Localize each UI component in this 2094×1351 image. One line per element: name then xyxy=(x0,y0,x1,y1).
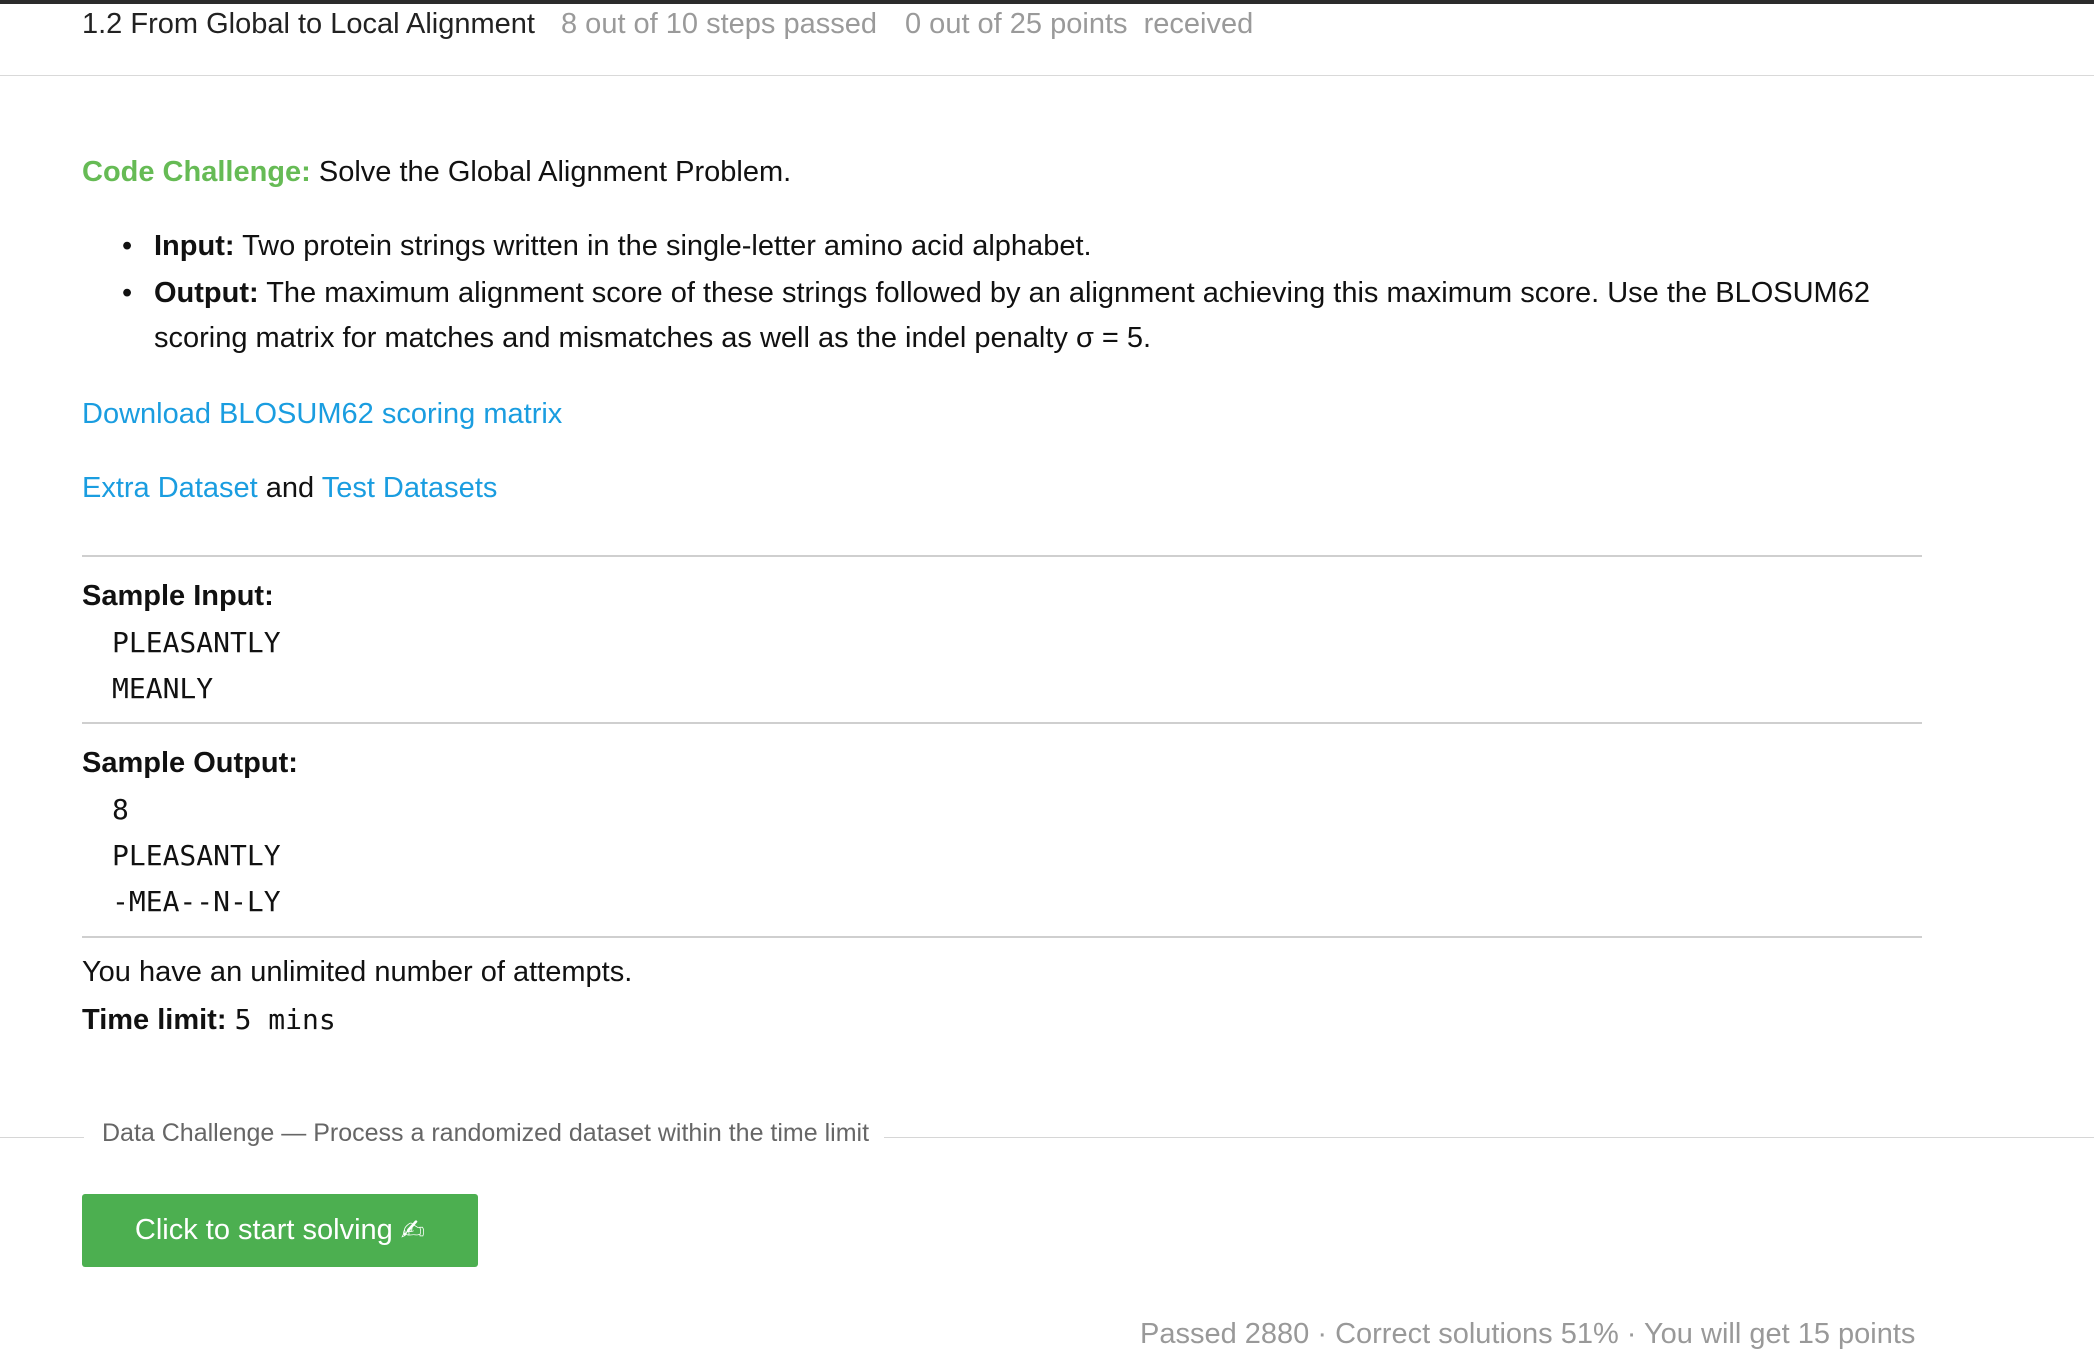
input-label: Input: xyxy=(154,230,235,262)
data-challenge-heading: Data Challenge — Process a randomized da… xyxy=(102,1119,870,1147)
extra-dataset-link[interactable]: Extra Dataset xyxy=(82,472,258,504)
download-blosum62-link[interactable]: Download BLOSUM62 scoring matrix xyxy=(82,398,562,430)
attempts-text: You have an unlimited number of attempts… xyxy=(82,956,633,988)
divider xyxy=(82,555,1922,557)
points-progress: 0 out of 25 points received xyxy=(905,8,1254,40)
time-limit: Time limit: 5 mins xyxy=(82,998,336,1042)
data-challenge-divider-right xyxy=(884,1137,2094,1138)
start-solving-button[interactable]: Click to start solving ✍ xyxy=(82,1194,478,1267)
sample-output-block[interactable]: 8 PLEASANTLY -MEA--N-LY xyxy=(112,787,281,925)
time-limit-label: Time limit: xyxy=(82,1004,227,1036)
divider xyxy=(82,722,1922,724)
sample-output-line: -MEA--N-LY xyxy=(112,885,281,918)
output-description: The maximum alignment score of these str… xyxy=(154,277,1870,354)
download-row: Download BLOSUM62 scoring matrix xyxy=(82,392,562,436)
and-text: and xyxy=(265,472,315,504)
test-datasets-link[interactable]: Test Datasets xyxy=(322,472,498,504)
challenge-label: Code Challenge: xyxy=(82,156,311,188)
writing-hand-icon: ✍ xyxy=(400,1215,426,1247)
lesson-header: 1.2 From Global to Local Alignment 8 out… xyxy=(0,4,2094,76)
sample-output-line: 8 xyxy=(112,793,129,826)
datasets-row: Extra Dataset and Test Datasets xyxy=(82,466,497,510)
start-solving-label: Click to start solving xyxy=(134,1214,393,1246)
data-challenge-divider-left xyxy=(0,1137,84,1138)
bullet-icon: • xyxy=(122,230,133,262)
challenge-statement: Code Challenge: Solve the Global Alignme… xyxy=(82,150,791,194)
input-description: Two protein strings written in the singl… xyxy=(242,230,1092,262)
time-limit-value: 5 mins xyxy=(234,1003,336,1036)
stats-footer: Passed 2880 · Correct solutions 51% · Yo… xyxy=(1140,1318,1916,1350)
sample-input-block[interactable]: PLEASANTLY MEANLY xyxy=(112,620,281,712)
list-item: • Input: Two protein strings written in … xyxy=(122,224,1934,269)
output-label: Output: xyxy=(154,277,259,309)
sample-input-line: MEANLY xyxy=(112,672,214,705)
challenge-spec-list: • Input: Two protein strings written in … xyxy=(82,224,1934,363)
steps-progress: 8 out of 10 steps passed xyxy=(561,8,877,40)
bullet-icon: • xyxy=(122,277,133,309)
lesson-title[interactable]: 1.2 From Global to Local Alignment xyxy=(82,8,535,41)
sample-input-line: PLEASANTLY xyxy=(112,626,281,659)
list-item: • Output: The maximum alignment score of… xyxy=(122,271,1934,361)
divider xyxy=(82,936,1922,938)
sample-input-label: Sample Input: xyxy=(82,580,274,612)
sample-output-label: Sample Output: xyxy=(82,747,298,779)
challenge-text: Solve the Global Alignment Problem. xyxy=(318,156,792,188)
sample-output-line: PLEASANTLY xyxy=(112,839,281,872)
